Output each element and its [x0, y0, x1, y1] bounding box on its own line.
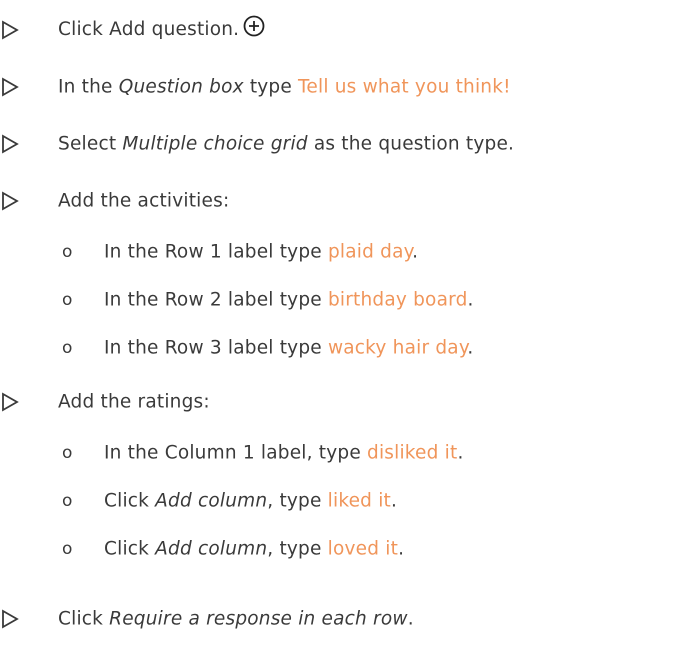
rating-3-post: .	[398, 538, 405, 560]
rating-2-mid: , type	[267, 490, 328, 512]
rating-3-text: Click Add column, type loved it.	[104, 539, 404, 560]
o-bullet: o	[62, 491, 73, 511]
multiple-choice-grid-term: Multiple choice grid	[122, 133, 308, 155]
step-3-post: as the question type.	[307, 133, 515, 155]
triangle-bullet-icon	[2, 191, 19, 211]
rating-1-pre: In the Column 1 label, type	[104, 442, 367, 464]
activity-3-pre: In the Row 3 label type	[104, 337, 328, 359]
activity-2-value: birthday board	[327, 289, 468, 311]
activity-3-post: .	[467, 337, 474, 359]
step-3-text: Select Multiple choice grid as the quest…	[58, 134, 514, 155]
question-text-value: Tell us what you think!	[298, 76, 511, 98]
add-column-term: Add column	[155, 538, 268, 560]
activity-1-text: In the Row 1 label type plaid day.	[104, 242, 418, 263]
rating-2-post: .	[391, 490, 398, 512]
triangle-bullet-icon	[2, 392, 19, 412]
rating-2-value: liked it	[327, 490, 392, 512]
rating-2-text: Click Add column, type liked it.	[104, 491, 397, 512]
step-5-text: Add the ratings:	[58, 391, 210, 413]
step-6-text: Click Require a response in each row.	[58, 609, 414, 630]
activity-2-pre: In the Row 2 label type	[104, 289, 328, 311]
step-2-mid: type	[243, 76, 299, 98]
o-bullet: o	[62, 443, 73, 463]
o-bullet: o	[62, 539, 73, 559]
step-2-text: In the Question box type Tell us what yo…	[58, 77, 511, 98]
step-1-label: Click Add question.	[58, 19, 240, 40]
triangle-bullet-icon	[2, 77, 19, 97]
activity-2-post: .	[467, 289, 474, 311]
o-bullet: o	[62, 242, 73, 262]
rating-3-pre: Click	[104, 538, 156, 560]
step-6-post: .	[407, 608, 414, 630]
o-bullet: o	[62, 338, 73, 358]
rating-2-pre: Click	[104, 490, 156, 512]
require-response-term: Require a response in each row	[109, 608, 408, 630]
rating-1-post: .	[457, 442, 464, 464]
step-3-pre: Select	[58, 133, 123, 155]
rating-3-mid: , type	[267, 538, 328, 560]
step-4-text: Add the activities:	[58, 190, 230, 212]
add-column-term: Add column	[155, 490, 268, 512]
activity-1-value: plaid day	[327, 241, 413, 263]
triangle-bullet-icon	[2, 609, 19, 629]
rating-1-text: In the Column 1 label, type disliked it.	[104, 443, 464, 464]
activity-3-text: In the Row 3 label type wacky hair day.	[104, 338, 473, 359]
rating-3-value: loved it	[327, 538, 399, 560]
plus-circle-icon	[243, 15, 265, 37]
activity-2-text: In the Row 2 label type birthday board.	[104, 290, 474, 311]
step-2-pre: In the	[58, 76, 119, 98]
question-box-term: Question box	[118, 76, 244, 98]
o-bullet: o	[62, 290, 73, 310]
activity-1-pre: In the Row 1 label type	[104, 241, 328, 263]
step-6-pre: Click	[58, 608, 110, 630]
step-1-text: Click Add question.	[58, 15, 265, 41]
triangle-bullet-icon	[2, 134, 19, 154]
activity-1-post: .	[412, 241, 419, 263]
activity-3-value: wacky hair day	[327, 337, 468, 359]
rating-1-value: disliked it	[367, 442, 458, 464]
triangle-bullet-icon	[2, 20, 19, 40]
